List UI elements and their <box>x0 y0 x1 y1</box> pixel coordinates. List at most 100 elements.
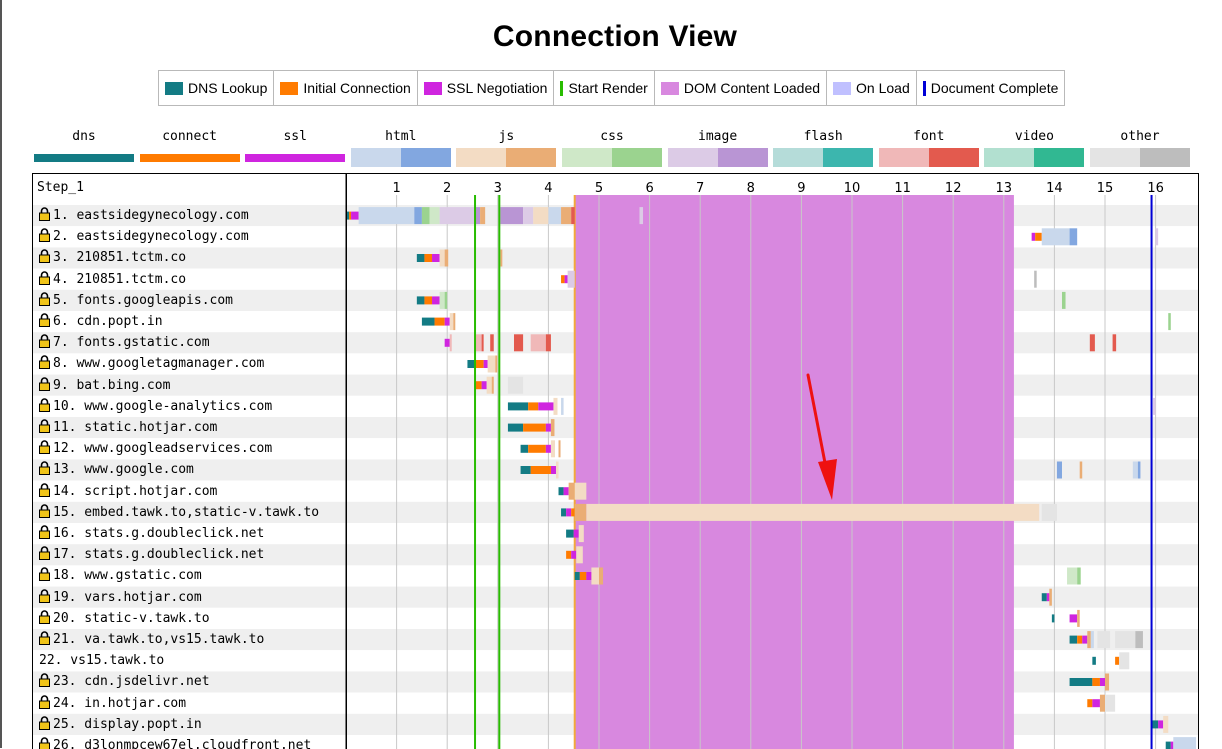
row-labels: Step_1 1. eastsidegynecology.com 2. easts… <box>33 174 347 749</box>
request-bar <box>444 249 449 267</box>
request-bar <box>1056 461 1062 479</box>
waterfall-chart: 1 2 3 4 5 6 7 8 9 10 11 12 13 14 15 16 Step_1 1. eastsi… <box>32 173 1199 749</box>
request-bar <box>586 503 1040 521</box>
request-bar <box>574 572 580 580</box>
request-bar <box>566 529 574 538</box>
request-type-other: other <box>1090 128 1190 167</box>
row-label-text: 20. static-v.tawk.to <box>53 610 210 626</box>
request-bar <box>475 360 484 368</box>
legend-item-ssl-negotiation: SSL Negotiation <box>418 71 555 105</box>
lock-icon <box>39 440 50 455</box>
request-bar <box>568 482 575 500</box>
request-bar <box>561 508 567 517</box>
request-bar <box>1089 334 1095 352</box>
request-bar <box>533 207 549 225</box>
request-bar <box>1153 397 1156 415</box>
request-bar <box>538 402 554 411</box>
request-bar <box>1097 631 1111 649</box>
request-type-label: css <box>600 129 624 144</box>
legend-item-dns-lookup: DNS Lookup <box>159 71 275 105</box>
row-label: 10. www.google-analytics.com <box>39 396 272 417</box>
row-label: 5. fonts.googleapis.com <box>39 290 233 311</box>
row-label: 13. www.google.com <box>39 459 194 480</box>
request-bar <box>507 376 524 394</box>
request-bar <box>567 270 575 288</box>
request-bar <box>439 291 445 309</box>
request-bar <box>1087 699 1093 708</box>
request-bar <box>548 207 562 225</box>
x-tick-label: 4 <box>544 181 552 196</box>
request-type-flash: flash <box>773 128 874 167</box>
request-bar <box>578 525 584 543</box>
request-bar <box>1158 720 1164 729</box>
request-type-swatch <box>139 154 240 162</box>
legend-swatch <box>165 81 183 95</box>
x-tick-label: 10 <box>844 181 861 196</box>
row-label: 6. cdn.popt.in <box>39 311 163 332</box>
row-label-text: 18. www.gstatic.com <box>53 568 202 584</box>
request-bar <box>416 254 425 262</box>
request-bar <box>444 338 450 347</box>
x-tick-label: 12 <box>945 181 962 196</box>
request-bar <box>1041 503 1057 521</box>
request-bar <box>553 397 558 415</box>
request-bar <box>1163 715 1169 733</box>
row-label-text: 3. 210851.tctm.co <box>53 250 187 266</box>
request-bar <box>599 567 604 585</box>
x-tick-label: 2 <box>443 181 451 196</box>
request-bar <box>453 313 456 331</box>
row-label: 18. www.gstatic.com <box>39 565 202 586</box>
request-bar <box>1155 228 1159 246</box>
request-type-font: font <box>878 128 979 167</box>
request-type-label: video <box>1014 129 1054 144</box>
row-label-text: 10. www.google-analytics.com <box>53 398 273 414</box>
row-label: 19. vars.hotjar.com <box>39 587 202 608</box>
lock-icon <box>39 292 50 306</box>
page-title: Connection View <box>492 20 738 53</box>
request-bar <box>1041 228 1070 246</box>
request-bar <box>1115 656 1120 665</box>
request-bar <box>1061 291 1066 309</box>
request-bar <box>1135 631 1143 649</box>
row-label-text: 9. bat.bing.com <box>53 377 171 393</box>
row-label: 2. eastsidegynecology.com <box>39 226 249 247</box>
request-bar <box>481 381 487 390</box>
legend-swatch <box>423 81 442 95</box>
legend-label: DOM Content Loaded <box>683 80 821 96</box>
request-type-css: css <box>562 128 662 167</box>
request-bar <box>1173 737 1197 749</box>
row-label: 24. in.hotjar.com <box>39 693 186 714</box>
request-bar <box>491 376 494 394</box>
x-tick-label: 15 <box>1097 181 1114 196</box>
row-label: 8. www.googletagmanager.com <box>39 353 264 374</box>
request-bar <box>1132 461 1138 479</box>
row-label: 17. stats.g.doubleclick.net <box>39 544 264 565</box>
legend-item-dom-content-loaded: DOM Content Loaded <box>655 71 828 105</box>
row-label-text: 8. www.googletagmanager.com <box>53 356 265 372</box>
x-tick-label: 11 <box>894 181 911 196</box>
request-bar <box>1087 631 1091 649</box>
row-label-text: 12. www.googleadservices.com <box>53 441 273 457</box>
request-type-label: ssl <box>283 129 307 144</box>
request-bar <box>528 444 546 453</box>
request-bar <box>1105 673 1110 691</box>
request-bar <box>545 444 551 453</box>
lock-icon <box>39 376 50 391</box>
row-label-text: 6. cdn.popt.in <box>53 314 163 329</box>
row-label: 20. static-v.tawk.to <box>39 608 210 629</box>
lock-icon <box>39 673 50 688</box>
request-bar <box>1092 656 1096 665</box>
request-type-swatch <box>350 148 451 167</box>
legend-label: Initial Connection <box>303 80 411 96</box>
legend-swatch <box>833 81 852 95</box>
request-bar <box>558 440 561 458</box>
request-bar <box>566 550 572 559</box>
row-label-text: 2. eastsidegynecology.com <box>53 229 249 245</box>
request-bar <box>1092 699 1100 708</box>
lock-icon <box>39 482 50 497</box>
request-bar <box>434 317 445 326</box>
row-label-text: 25. display.popt.in <box>53 716 202 732</box>
request-bar <box>424 254 433 262</box>
request-type-swatch <box>773 148 874 167</box>
lock-icon <box>39 525 50 539</box>
